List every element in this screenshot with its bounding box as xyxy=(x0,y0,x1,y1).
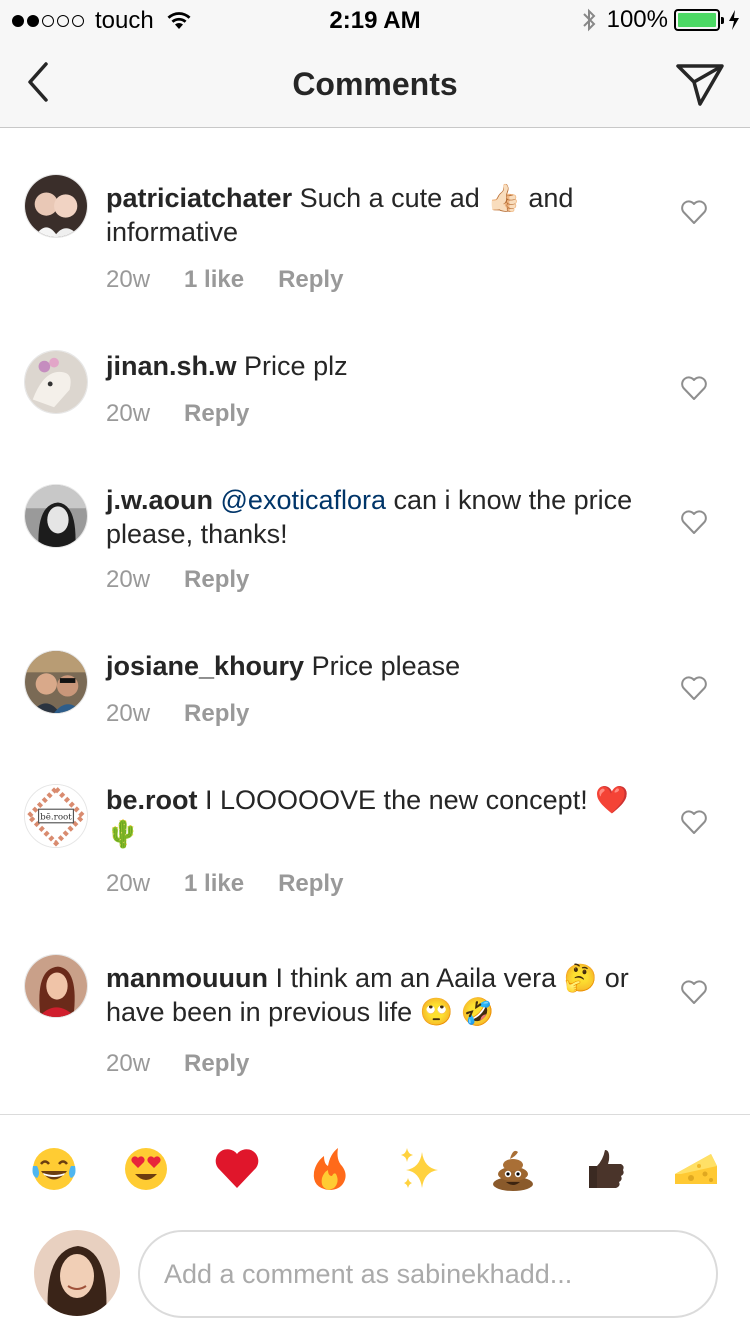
comment-time: 20w xyxy=(106,266,151,293)
red-heart-emoji-icon xyxy=(216,1148,259,1188)
paper-plane-icon xyxy=(676,64,724,106)
comment-text: jinan.sh.w Price plz xyxy=(106,349,646,383)
reply-button[interactable]: Reply xyxy=(278,870,343,898)
emoji-pile-of-poo-button[interactable] xyxy=(483,1139,543,1199)
tears-of-joy-emoji-icon xyxy=(32,1147,76,1190)
nav-bar: Comments xyxy=(0,40,750,128)
comment-likes[interactable]: 1 like xyxy=(184,870,244,898)
comment-text: be.root I LOOOOOVE the new concept! ❤️🌵 xyxy=(106,783,646,851)
comment-meta: 20w Reply xyxy=(106,700,283,728)
emoji-sparkles-button[interactable] xyxy=(391,1139,451,1199)
emoji-cheese-button[interactable] xyxy=(666,1139,726,1199)
pile-of-poo-emoji-icon xyxy=(492,1150,533,1191)
comment-likes[interactable]: 1 like xyxy=(184,266,244,294)
heart-icon xyxy=(681,980,707,1004)
cheese-wedge-emoji-icon xyxy=(675,1153,718,1184)
comment-text: patriciatchater Such a cute ad 👍🏻 and in… xyxy=(106,181,646,249)
reply-button[interactable]: Reply xyxy=(184,700,249,728)
heart-eyes-emoji-icon xyxy=(124,1147,167,1190)
comment-username[interactable]: j.w.aoun xyxy=(106,485,213,515)
comment-meta: 20w 1 like Reply xyxy=(106,870,377,898)
comment-text: j.w.aoun @exoticaflora can i know the pr… xyxy=(106,483,646,551)
comment-username[interactable]: jinan.sh.w xyxy=(106,351,237,381)
heart-icon xyxy=(681,510,707,534)
heart-icon xyxy=(681,200,707,224)
comment-username[interactable]: manmouuun xyxy=(106,963,268,993)
avatar xyxy=(34,1230,120,1316)
comment-username[interactable]: be.root xyxy=(106,785,198,815)
heart-icon xyxy=(681,376,707,400)
reply-button[interactable]: Reply xyxy=(278,266,343,294)
thumbs-up-emoji-icon xyxy=(589,1149,625,1188)
heart-icon xyxy=(681,810,707,834)
comment-meta: 20w Reply xyxy=(106,1050,283,1078)
like-button[interactable] xyxy=(680,375,708,401)
comment-username[interactable]: josiane_khoury xyxy=(106,651,304,681)
comments-list: patriciatchater Such a cute ad 👍🏻 and in… xyxy=(0,129,750,1114)
comment-composer xyxy=(0,1222,750,1334)
like-button[interactable] xyxy=(680,979,708,1005)
emoji-thumbs-up-button[interactable] xyxy=(574,1139,634,1199)
avatar[interactable] xyxy=(24,174,88,238)
battery-percent: 100% xyxy=(606,6,668,33)
comment-meta: 20w 1 like Reply xyxy=(106,266,377,294)
comment-time: 20w xyxy=(106,700,151,727)
comment-meta: 20w Reply xyxy=(106,400,283,428)
bluetooth-icon xyxy=(581,7,607,33)
comment-body: Price please xyxy=(311,651,461,681)
heart-icon xyxy=(681,676,707,700)
comment-meta: 20w Reply xyxy=(106,566,283,594)
sparkles-emoji-icon xyxy=(400,1147,438,1188)
comment-time: 20w xyxy=(106,870,151,897)
comment-username[interactable]: patriciatchater xyxy=(106,183,292,213)
avatar[interactable]: bē.root xyxy=(24,784,88,848)
reply-button[interactable]: Reply xyxy=(184,1050,249,1078)
like-button[interactable] xyxy=(680,675,708,701)
status-right: 100% xyxy=(581,6,740,34)
comment-text: manmouuun I think am an Aaila vera 🤔 or … xyxy=(106,961,646,1029)
avatar[interactable] xyxy=(24,954,88,1018)
svg-text:bē.root: bē.root xyxy=(40,812,72,822)
battery-icon xyxy=(674,9,724,31)
reply-button[interactable]: Reply xyxy=(184,566,249,594)
like-button[interactable] xyxy=(680,509,708,535)
status-bar: touch 2:19 AM 100% xyxy=(0,0,750,40)
avatar[interactable] xyxy=(24,650,88,714)
comment-time: 20w xyxy=(106,1050,151,1077)
avatar[interactable] xyxy=(24,350,88,414)
comment-input[interactable] xyxy=(138,1230,718,1318)
direct-share-button[interactable] xyxy=(674,58,726,110)
emoji-fire-button[interactable] xyxy=(299,1139,359,1199)
comment-time: 20w xyxy=(106,400,151,427)
comment-text: josiane_khoury Price please xyxy=(106,649,646,683)
emoji-red-heart-button[interactable] xyxy=(207,1139,267,1199)
page-title: Comments xyxy=(292,66,458,102)
emoji-heart-eyes-button[interactable] xyxy=(116,1139,176,1199)
avatar[interactable] xyxy=(24,484,88,548)
like-button[interactable] xyxy=(680,809,708,835)
comment-body: Price plz xyxy=(244,351,348,381)
fire-emoji-icon xyxy=(313,1147,346,1190)
comment-time: 20w xyxy=(106,566,151,593)
like-button[interactable] xyxy=(680,199,708,225)
reply-button[interactable]: Reply xyxy=(184,400,249,428)
comment-mention[interactable]: @exoticaflora xyxy=(221,485,386,515)
emoji-tears-of-joy-button[interactable] xyxy=(24,1139,84,1199)
emoji-bar xyxy=(0,1114,750,1222)
